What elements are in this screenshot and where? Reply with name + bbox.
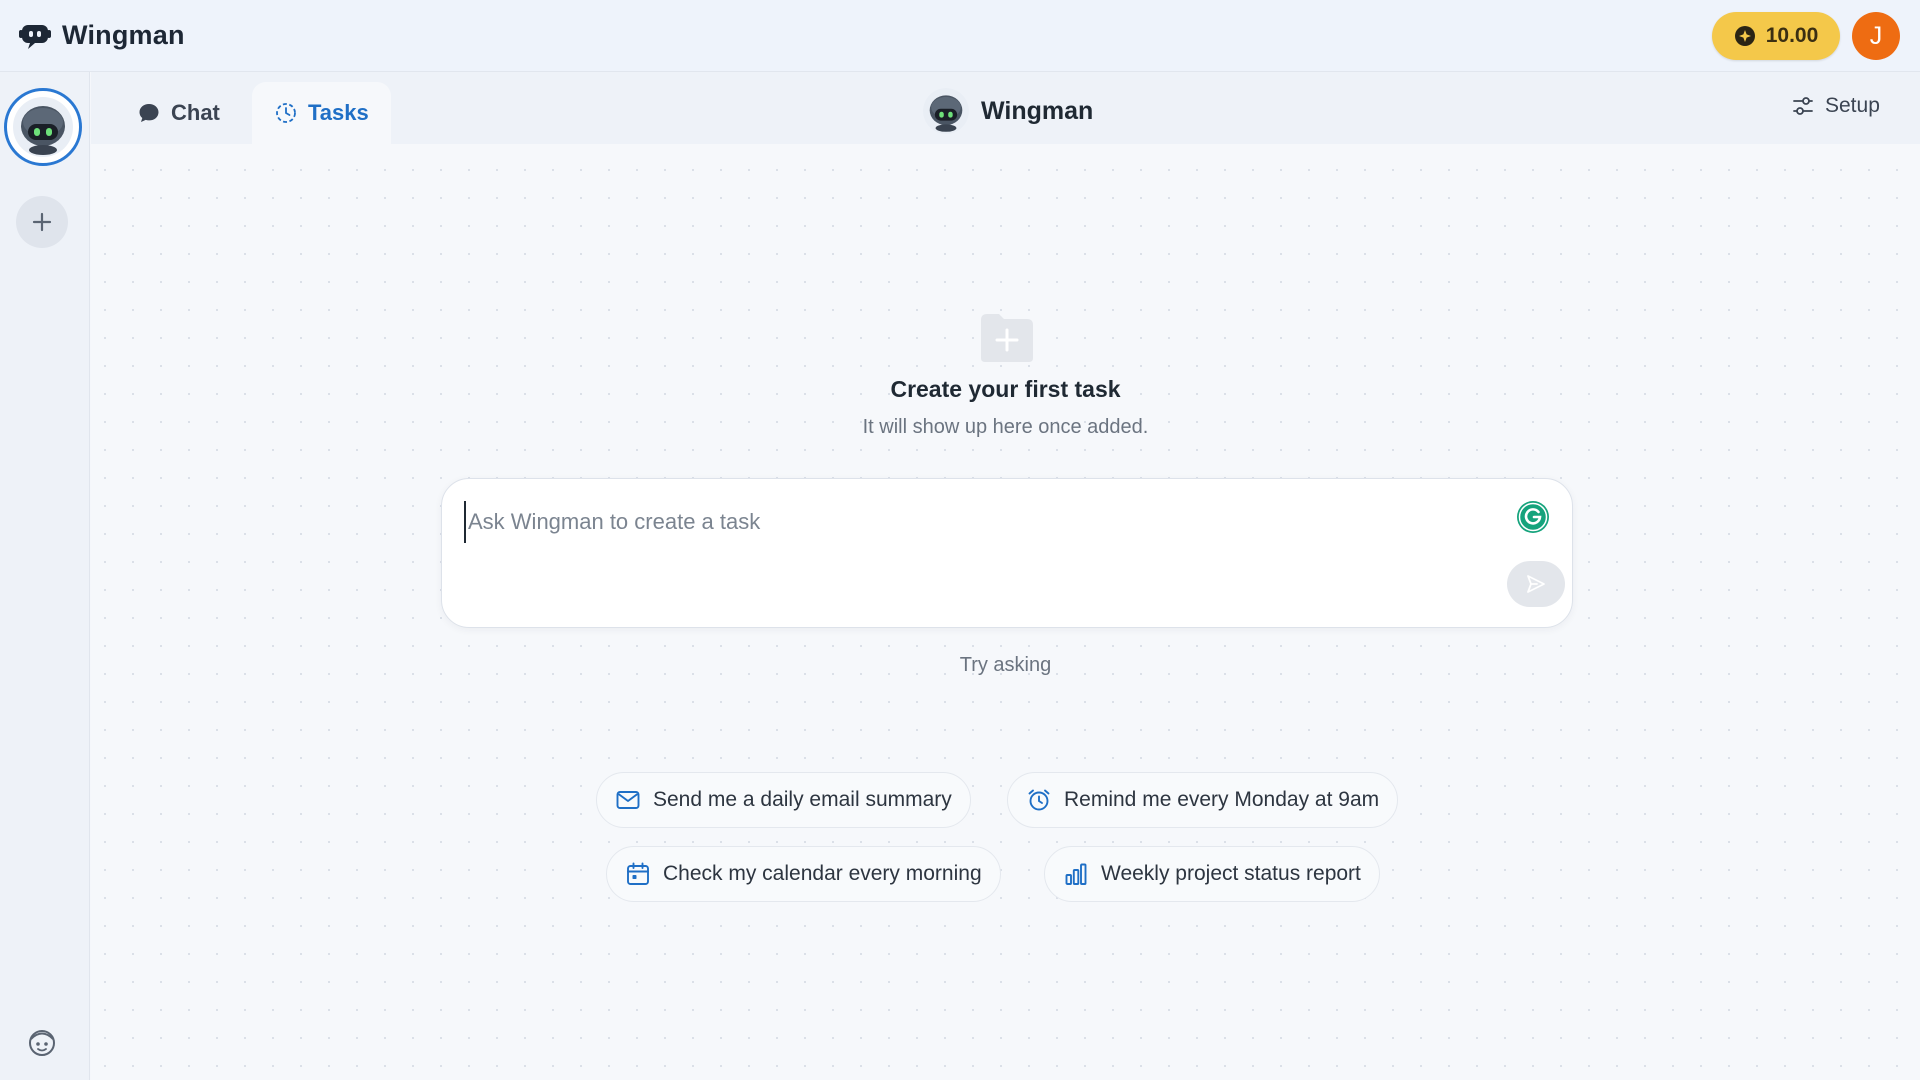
task-input[interactable] — [464, 501, 1464, 543]
coin-icon — [1734, 26, 1755, 46]
robot-avatar-icon — [923, 88, 969, 134]
support-face-icon[interactable] — [26, 1026, 58, 1058]
suggestion-label: Weekly project status report — [1101, 862, 1361, 885]
empty-state-title: Create your first task — [890, 376, 1121, 402]
wingman-logo-icon — [19, 25, 51, 49]
app-title: Wingman — [62, 19, 185, 50]
suggestion-label: Check my calendar every morning — [663, 862, 982, 885]
sliders-icon — [1793, 97, 1813, 115]
mail-icon — [616, 791, 640, 809]
suggestion-chip[interactable]: Check my calendar every morning — [606, 846, 1001, 902]
add-task-folder-icon — [981, 314, 1033, 362]
header-agent-avatar — [923, 88, 969, 134]
alarm-clock-icon — [1028, 789, 1050, 811]
credits-value: 10.00 — [1765, 24, 1819, 47]
add-agent-button[interactable] — [16, 196, 68, 248]
grammarly-icon[interactable] — [1515, 499, 1551, 535]
robot-avatar-icon — [13, 97, 73, 157]
tab-chat-label: Chat — [171, 100, 220, 125]
app-logo[interactable]: Wingman — [18, 18, 185, 52]
suggestion-chip[interactable]: Weekly project status report — [1044, 846, 1380, 902]
agent-avatar-wingman[interactable] — [4, 88, 82, 166]
suggestion-label: Send me a daily email summary — [653, 788, 952, 811]
try-asking-heading: Try asking — [959, 654, 1052, 676]
credits-badge[interactable]: 10.00 — [1712, 12, 1840, 60]
setup-button[interactable]: Setup — [1791, 94, 1880, 118]
calendar-icon — [627, 862, 649, 885]
tab-chat[interactable]: Chat — [115, 82, 242, 144]
empty-state-subtitle: It will show up here once added. — [862, 416, 1149, 438]
send-button[interactable] — [1507, 561, 1565, 607]
tab-bar: Chat Tasks Wingman Setup — [91, 72, 1920, 144]
tab-tasks-label: Tasks — [308, 100, 369, 125]
task-composer — [441, 478, 1573, 628]
suggestion-chip[interactable]: Remind me every Monday at 9am — [1007, 772, 1399, 828]
user-initial: J — [1869, 21, 1883, 50]
header-agent-name: Wingman — [981, 96, 1094, 125]
suggestion-label: Remind me every Monday at 9am — [1064, 788, 1380, 811]
agent-rail — [0, 72, 90, 1080]
send-arrow-icon — [1527, 575, 1545, 593]
plus-icon — [32, 212, 52, 232]
tasks-icon — [276, 103, 296, 123]
chat-bubble-icon — [139, 104, 159, 122]
main-panel: Chat Tasks Wingman Setup Create your fir… — [91, 72, 1920, 1080]
bar-chart-icon — [1065, 863, 1087, 885]
setup-label: Setup — [1825, 94, 1880, 117]
top-bar: Wingman 10.00 J — [0, 0, 1920, 72]
tab-tasks[interactable]: Tasks — [252, 82, 391, 144]
suggestion-chip[interactable]: Send me a daily email summary — [596, 772, 971, 828]
user-avatar[interactable]: J — [1852, 12, 1900, 60]
header-agent[interactable]: Wingman — [923, 88, 1093, 134]
